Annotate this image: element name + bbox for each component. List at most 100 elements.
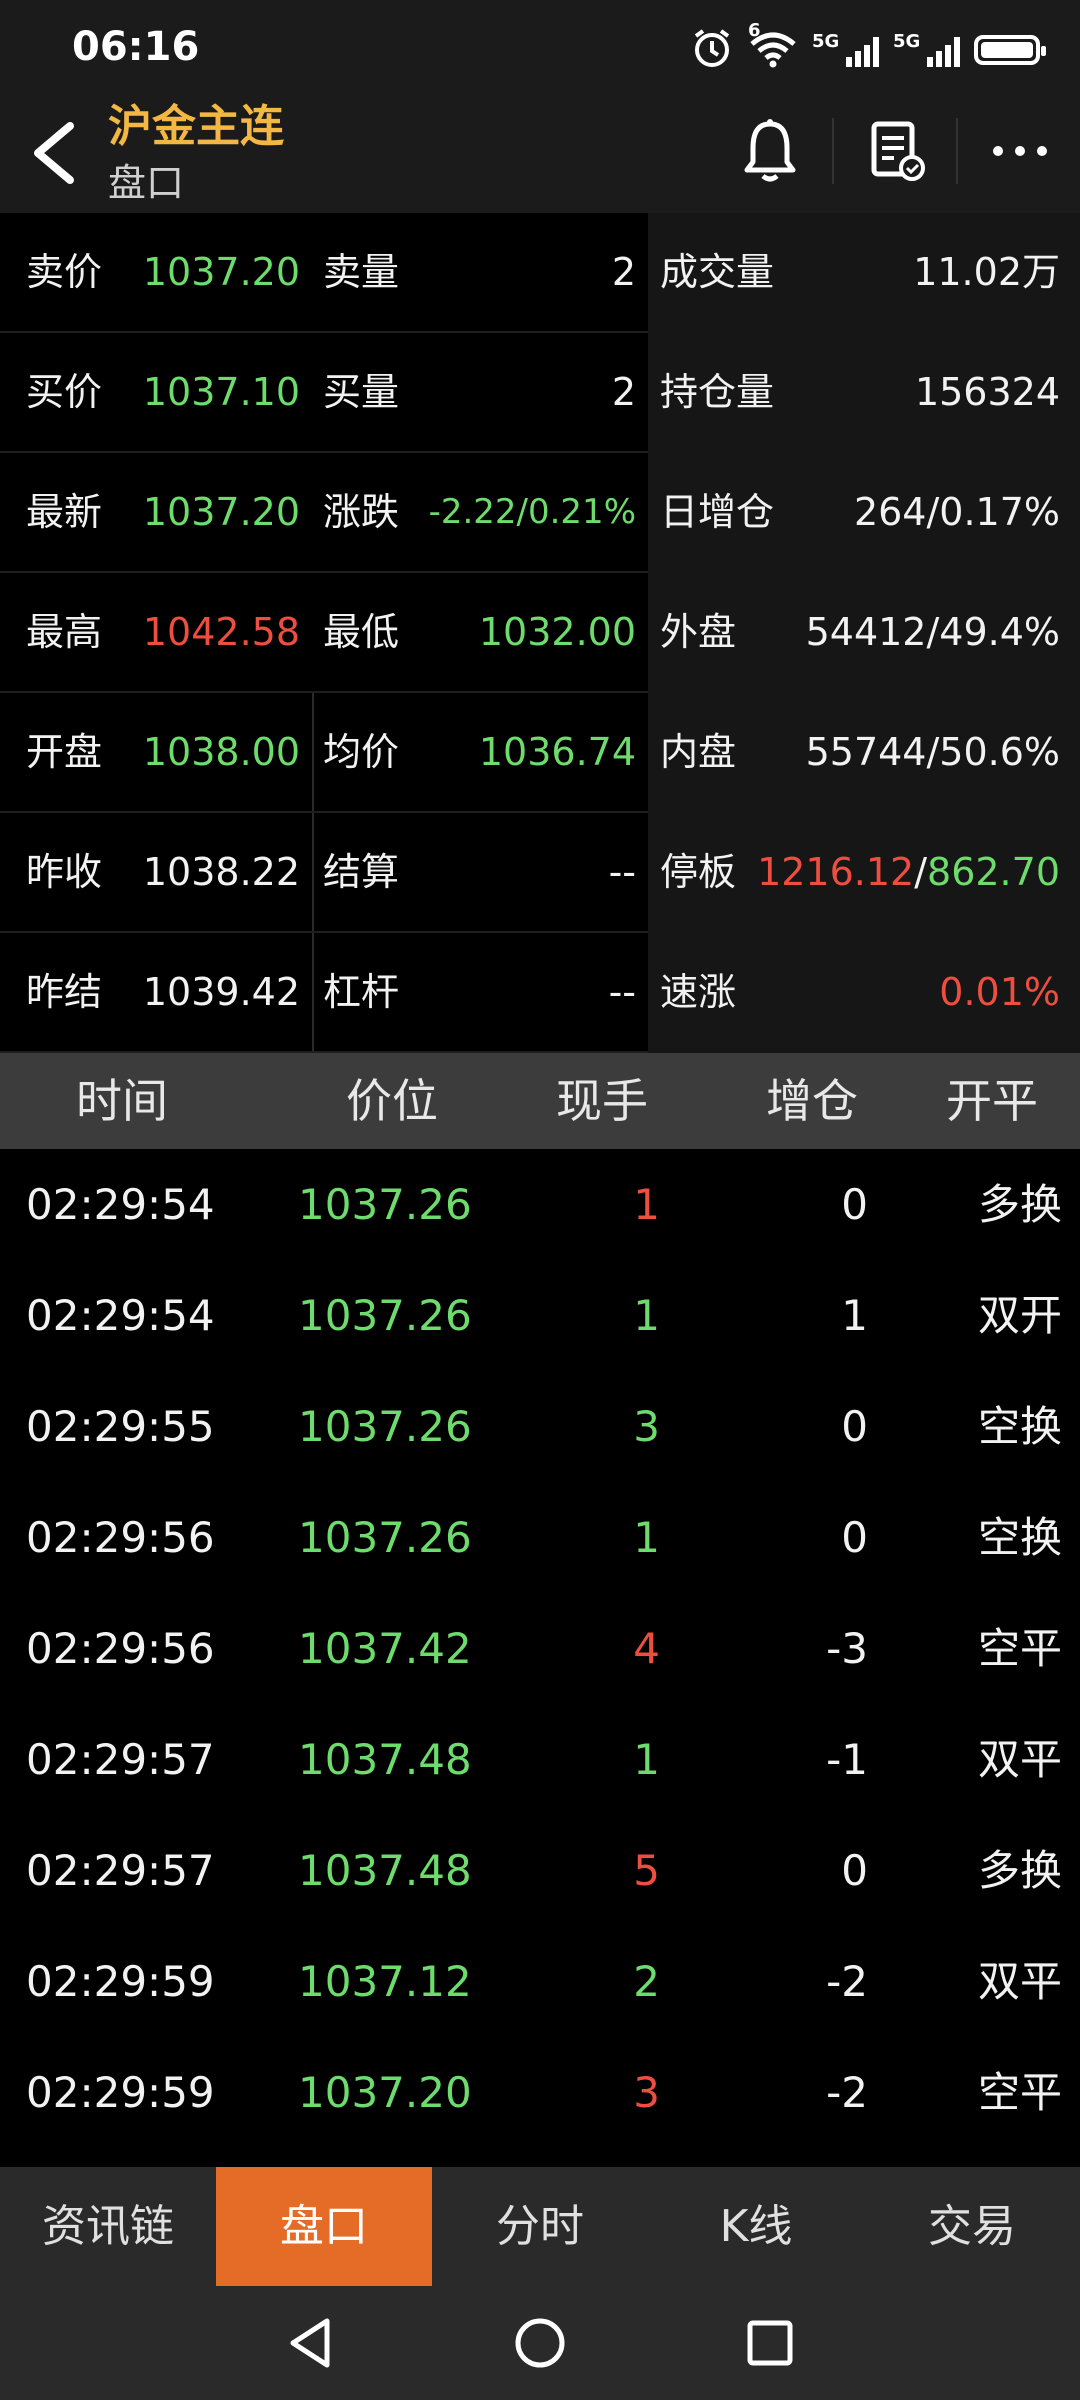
- trade-time: 02:29:56: [26, 1513, 215, 1562]
- open-interest-value: 156324: [914, 370, 1060, 414]
- nav-recent-button[interactable]: [735, 2308, 805, 2378]
- bottom-tabs: 资讯链 盘口 分时 K线 交易: [0, 2167, 1080, 2286]
- signal-label-2: 5G: [893, 31, 921, 52]
- trade-type: 双平: [977, 1735, 1062, 1784]
- nav-back-icon: [290, 2318, 330, 2368]
- table-row[interactable]: 02:29:56 1037.42 4 -3 空平: [0, 1593, 1080, 1704]
- quote-row: 卖价 1037.20 卖量 2 成交量 11.02万: [0, 213, 1080, 333]
- limit-up-value: 1216.12: [757, 850, 915, 894]
- outer-value: 54412/49.4%: [805, 610, 1060, 654]
- trade-price: 1037.26: [298, 1513, 472, 1562]
- col-price: 价位: [346, 1074, 438, 1128]
- system-navbar: [0, 2286, 1080, 2400]
- leverage-label: 杠杆: [323, 970, 400, 1014]
- trade-price: 1037.48: [298, 1735, 472, 1784]
- trade-type: 空平: [977, 1624, 1062, 1673]
- prev-close-label: 昨收: [26, 850, 103, 894]
- buy-vol-label: 买量: [323, 370, 400, 414]
- settle-label: 结算: [323, 850, 400, 894]
- volume-label: 成交量: [660, 250, 775, 294]
- table-row[interactable]: 02:29:54 1037.26 1 1 双开: [0, 1260, 1080, 1371]
- prev-close-value: 1038.22: [142, 850, 300, 894]
- battery-icon: [974, 35, 1046, 65]
- header-divider: [832, 118, 834, 184]
- sell-price-value: 1037.20: [142, 250, 300, 294]
- tab-intraday[interactable]: 分时: [432, 2167, 648, 2286]
- change-label: 涨跌: [323, 490, 400, 534]
- wifi-icon: 6: [748, 20, 798, 72]
- trade-time: 02:29:59: [26, 1957, 215, 2006]
- trade-type: 双平: [977, 1957, 1062, 2006]
- nav-back-button[interactable]: [275, 2308, 345, 2378]
- table-row[interactable]: 02:29:54 1037.26 1 0 多换: [0, 1149, 1080, 1260]
- quote-row: 最高 1042.58 最低 1032.00 外盘 54412/49.4%: [0, 573, 1080, 693]
- table-row[interactable]: 02:29:56 1037.26 1 0 空换: [0, 1482, 1080, 1593]
- trade-type: 空换: [977, 1402, 1062, 1451]
- table-row[interactable]: 02:29:59 1037.20 3 -2 空平: [0, 2037, 1080, 2148]
- tab-trade[interactable]: 交易: [864, 2167, 1080, 2286]
- trade-type: 多换: [977, 1180, 1062, 1229]
- trade-volume: 5: [633, 1846, 660, 1895]
- inner-label: 内盘: [660, 730, 737, 774]
- trade-type: 多换: [977, 1846, 1062, 1895]
- more-button[interactable]: [985, 116, 1055, 186]
- trade-time: 02:29:54: [26, 1291, 215, 1340]
- low-label: 最低: [323, 610, 400, 654]
- col-volume: 现手: [556, 1074, 648, 1128]
- settle-value: --: [608, 850, 636, 894]
- quote-row: 最新 1037.20 涨跌 -2.22/0.21% 日增仓 264/0.17%: [0, 453, 1080, 573]
- table-row[interactable]: 02:29:57 1037.48 1 -1 双平: [0, 1704, 1080, 1815]
- note-button[interactable]: [862, 116, 932, 186]
- trade-time: 02:29:56: [26, 1624, 215, 1673]
- nav-recent-icon: [747, 2320, 793, 2366]
- quote-row: 买价 1037.10 买量 2 持仓量 156324: [0, 333, 1080, 453]
- column-divider: [312, 933, 314, 1051]
- wifi-badge: 6: [748, 20, 761, 41]
- table-row[interactable]: 02:29:57 1037.48 5 0 多换: [0, 1815, 1080, 1926]
- tab-news[interactable]: 资讯链: [0, 2167, 216, 2286]
- trade-volume: 1: [633, 1291, 660, 1340]
- trade-time: 02:29:59: [26, 2068, 215, 2117]
- speed-label: 速涨: [660, 970, 737, 1014]
- tab-orderbook[interactable]: 盘口: [216, 2167, 432, 2286]
- trade-oi-change: 0: [841, 1846, 868, 1895]
- alert-button[interactable]: [735, 116, 805, 186]
- trade-price: 1037.48: [298, 1846, 472, 1895]
- trades-list[interactable]: 02:29:54 1037.26 1 0 多换 02:29:54 1037.26 1 1 双开 02…: [0, 1149, 1080, 2148]
- quote-row: 开盘 1038.00 均价 1036.74 内盘 55744/50.6%: [0, 693, 1080, 813]
- table-row[interactable]: 02:29:55 1037.26 3 0 空换: [0, 1371, 1080, 1482]
- trade-oi-change: -2: [826, 1957, 868, 2006]
- change-value: -2.22/0.21%: [428, 492, 636, 532]
- prev-settle-label: 昨结: [26, 970, 103, 1014]
- back-icon: [34, 122, 74, 184]
- trade-price: 1037.26: [298, 1180, 472, 1229]
- trade-price: 1037.20: [298, 2068, 472, 2117]
- open-label: 开盘: [26, 730, 103, 774]
- column-divider: [312, 813, 314, 931]
- leverage-value: --: [608, 970, 636, 1014]
- signal-label-1: 5G: [812, 31, 840, 52]
- trade-oi-change: -1: [826, 1735, 868, 1784]
- trades-header: 时间 价位 现手 增仓 开平: [0, 1053, 1080, 1149]
- back-button[interactable]: [24, 118, 84, 188]
- trade-volume: 1: [633, 1180, 660, 1229]
- high-label: 最高: [26, 610, 103, 654]
- sell-price-label: 卖价: [26, 250, 103, 294]
- trade-oi-change: 1: [841, 1291, 868, 1340]
- trade-oi-change: -3: [826, 1624, 868, 1673]
- tab-kline[interactable]: K线: [648, 2167, 864, 2286]
- table-row[interactable]: 02:29:59 1037.12 2 -2 双平: [0, 1926, 1080, 2037]
- sell-vol-label: 卖量: [323, 250, 400, 294]
- outer-label: 外盘: [660, 610, 737, 654]
- trade-type: 空换: [977, 1513, 1062, 1562]
- avg-value: 1036.74: [478, 730, 636, 774]
- limit-separator: /: [914, 850, 928, 894]
- trade-volume: 1: [633, 1735, 660, 1784]
- trade-price: 1037.26: [298, 1402, 472, 1451]
- trade-time: 02:29:55: [26, 1402, 215, 1451]
- trade-price: 1037.42: [298, 1624, 472, 1673]
- trade-oi-change: 0: [841, 1513, 868, 1562]
- col-time: 时间: [76, 1074, 168, 1128]
- nav-home-button[interactable]: [505, 2308, 575, 2378]
- note-icon: [871, 121, 925, 181]
